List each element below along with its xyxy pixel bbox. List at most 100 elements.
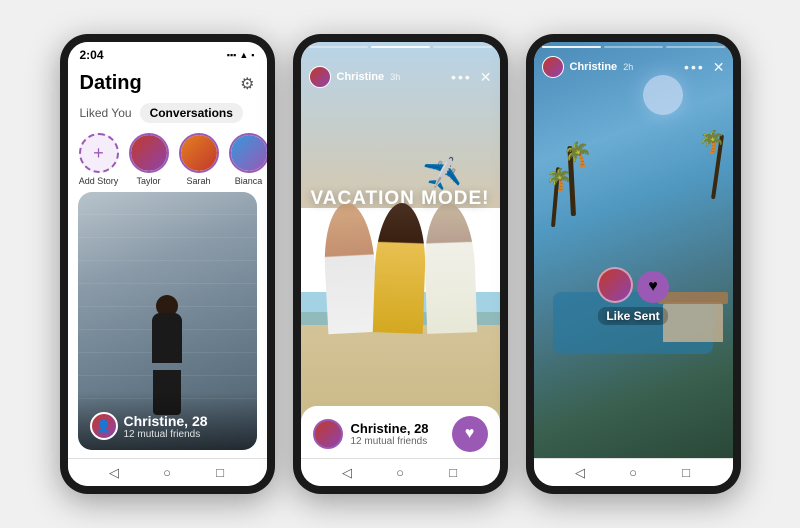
nav-recent-3[interactable]: □ — [678, 465, 694, 481]
nav-back-1[interactable]: ◁ — [106, 465, 122, 481]
status-icons-1: ▪▪▪ ▲ ▪ — [227, 50, 255, 60]
story-controls: ••• ✕ — [451, 69, 491, 86]
story3-user-avatar — [542, 56, 564, 78]
screen-1: 2:04 ▪▪▪ ▲ ▪ Dating ⚙ Liked You Conversa… — [68, 42, 267, 486]
progress-3-3 — [666, 46, 725, 48]
nav-recent-1[interactable]: □ — [212, 465, 228, 481]
story-card-mutual: 12 mutual friends — [351, 436, 429, 447]
wifi-icon: ▲ — [239, 50, 248, 60]
taylor-avatar — [129, 133, 169, 173]
story-screen: Christine 3h ••• ✕ VACATION MODE! ✈️ Chr… — [301, 42, 500, 458]
add-story-avatar: + — [79, 133, 119, 173]
screen-2: Christine 3h ••• ✕ VACATION MODE! ✈️ Chr… — [301, 42, 500, 486]
phone-2: Christine 3h ••• ✕ VACATION MODE! ✈️ Chr… — [293, 34, 508, 494]
story-card-avatar — [313, 419, 343, 449]
story3-username: Christine — [570, 61, 618, 73]
story3-menu-icon[interactable]: ••• — [684, 59, 705, 75]
like-sent-label: Like Sent — [598, 307, 667, 325]
story-progress — [309, 46, 492, 48]
palm-3: 🌴 — [703, 134, 723, 199]
card-details: Christine, 28 12 mutual friends — [124, 413, 208, 440]
progress-2 — [371, 46, 430, 48]
story-card-info-row: Christine, 28 12 mutual friends — [313, 419, 429, 449]
story-bianca[interactable]: Bianca — [228, 133, 267, 186]
story-time: 3h — [390, 72, 400, 82]
taylor-photo — [131, 135, 167, 171]
story-taylor[interactable]: Taylor — [128, 133, 170, 186]
progress-3-1 — [542, 46, 601, 48]
card-mutual: 12 mutual friends — [124, 429, 208, 440]
status-time-1: 2:04 — [80, 48, 104, 62]
dating-title: Dating — [80, 72, 142, 95]
nav-bar-1: ◁ ○ □ — [68, 458, 267, 486]
resort-bg — [534, 42, 733, 458]
signal-icon: ▪▪▪ — [227, 50, 237, 60]
battery-icon: ▪ — [251, 50, 254, 60]
woman-2 — [373, 202, 428, 334]
sarah-label: Sarah — [186, 176, 210, 186]
palm-1: 🌴 — [543, 167, 563, 227]
dating-card[interactable]: 👤 Christine, 28 12 mutual friends — [78, 192, 257, 450]
add-story-item[interactable]: + Add Story — [78, 133, 120, 186]
status-bar-1: 2:04 ▪▪▪ ▲ ▪ — [68, 42, 267, 64]
story-user-avatar — [309, 66, 331, 88]
taylor-label: Taylor — [136, 176, 160, 186]
bianca-avatar — [229, 133, 267, 173]
bianca-label: Bianca — [235, 176, 263, 186]
nav-bar-2: ◁ ○ □ — [301, 458, 500, 486]
moon-circle — [643, 75, 683, 115]
card-name: Christine, 28 — [124, 413, 208, 429]
story-close-icon[interactable]: ✕ — [480, 69, 492, 86]
like-sent-avatar-group: ♥ — [597, 267, 669, 303]
nav-home-3[interactable]: ○ — [625, 465, 641, 481]
story3-user-row: Christine 2h ••• ✕ — [534, 56, 733, 78]
palm-2: 🌴 — [563, 146, 583, 216]
add-story-label: Add Story — [79, 176, 119, 186]
resort-building — [663, 302, 723, 342]
progress-3-2 — [604, 46, 663, 48]
nav-home-2[interactable]: ○ — [392, 465, 408, 481]
tab-liked-you[interactable]: Liked You — [80, 106, 132, 120]
sarah-photo — [181, 135, 217, 171]
nav-recent-2[interactable]: □ — [445, 465, 461, 481]
nav-home-1[interactable]: ○ — [159, 465, 175, 481]
story3-user-info: Christine 2h — [542, 56, 634, 78]
like-sent-avatar-1 — [597, 267, 633, 303]
story-username: Christine — [337, 71, 385, 83]
story3-controls: ••• ✕ — [684, 59, 724, 76]
progress-3 — [433, 46, 492, 48]
story3-close-icon[interactable]: ✕ — [713, 59, 725, 76]
like-button[interactable]: ♥ — [452, 416, 488, 452]
story-progress-3 — [542, 46, 725, 48]
like-sent-overlay: ♥ Like Sent — [597, 267, 669, 325]
card-avatar-small: 👤 — [90, 412, 118, 440]
nav-back-2[interactable]: ◁ — [339, 465, 355, 481]
card-info: 👤 Christine, 28 12 mutual friends — [78, 392, 257, 450]
stories-row: + Add Story Taylor Sarah Bianca — [68, 127, 267, 192]
story-user-info: Christine 3h — [309, 66, 401, 88]
nav-back-3[interactable]: ◁ — [572, 465, 588, 481]
story-card-info: Christine, 28 12 mutual friends — [351, 421, 429, 447]
phone-3: 🌴 🌴 🌴 — [526, 34, 741, 494]
like-sent-heart: ♥ — [637, 271, 669, 303]
woman-1 — [322, 202, 379, 334]
nav-bar-3: ◁ ○ □ — [534, 458, 733, 486]
dating-header: Dating ⚙ — [68, 64, 267, 99]
gear-icon[interactable]: ⚙ — [240, 74, 254, 94]
card-text: 👤 Christine, 28 12 mutual friends — [90, 412, 208, 440]
card-name-row: 👤 Christine, 28 12 mutual friends — [90, 412, 208, 440]
bianca-photo — [231, 135, 267, 171]
story-user-row: Christine 3h ••• ✕ — [301, 66, 500, 88]
screen-3: 🌴 🌴 🌴 — [534, 42, 733, 486]
story-sarah[interactable]: Sarah — [178, 133, 220, 186]
story3-time: 2h — [623, 62, 633, 72]
palm-2-leaves: 🌴 — [562, 140, 594, 171]
tab-row: Liked You Conversations — [68, 99, 267, 127]
tab-conversations[interactable]: Conversations — [140, 103, 243, 123]
story-card-bottom: Christine, 28 12 mutual friends ♥ — [301, 406, 500, 458]
woman-3 — [423, 202, 478, 334]
story-menu-icon[interactable]: ••• — [451, 69, 472, 85]
resort-screen: 🌴 🌴 🌴 — [534, 42, 733, 458]
phone-1: 2:04 ▪▪▪ ▲ ▪ Dating ⚙ Liked You Conversa… — [60, 34, 275, 494]
sarah-avatar — [179, 133, 219, 173]
